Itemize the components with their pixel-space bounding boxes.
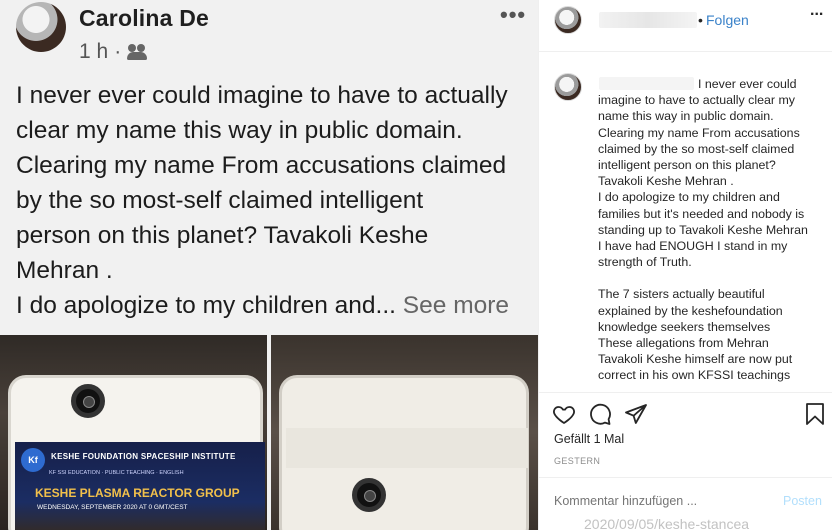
action-bar [539, 392, 832, 432]
fb-author-avatar [16, 2, 66, 52]
comment-input[interactable] [554, 494, 754, 508]
post-panel: • Folgen ... I never ever could imagine … [538, 0, 832, 530]
phone-screen: Kf KESHE FOUNDATION SPACESHIP INSTITUTE … [15, 442, 265, 530]
share-icon[interactable] [624, 402, 648, 426]
bookmark-icon[interactable] [803, 402, 827, 426]
camera-icon [352, 478, 386, 512]
author-username[interactable] [599, 12, 697, 28]
fb-text-truncated: I do apologize to my children and... [16, 292, 396, 319]
fb-text-line: Clearing my name From accusations claime… [16, 152, 507, 179]
post-date: GESTERN [554, 456, 601, 466]
caption-paragraph: The 7 sisters actually beautiful explain… [598, 287, 783, 334]
post-header: • Folgen ... [539, 0, 832, 52]
screen-title: KESHE FOUNDATION SPACESHIP INSTITUTE [51, 452, 236, 461]
screen-date: WEDNESDAY, SEPTEMBER 2020 AT 0 GMT/CEST [37, 504, 188, 511]
fb-post-header: Carolina De 1 h · ••• [0, 0, 538, 70]
header-dot: • [698, 12, 703, 28]
more-options-icon[interactable]: ... [810, 3, 823, 19]
fb-post-time: 1 h · [79, 40, 148, 64]
screen-subtitle: KF SSI EDUCATION · PUBLIC TEACHING · ENG… [49, 470, 184, 476]
fb-photo-left: Kf KESHE FOUNDATION SPACESHIP INSTITUTE … [0, 335, 267, 530]
fb-photo-right [271, 335, 538, 530]
caption-text: I never ever could imagine to have to ac… [598, 76, 814, 384]
caption-gap [598, 270, 814, 286]
fb-separator: · [114, 40, 122, 63]
fb-text-line: Mehran . [16, 257, 113, 284]
post-image[interactable]: Carolina De 1 h · ••• I never ever could… [0, 0, 538, 530]
fb-text-line: clear my name this way in public domain. [16, 117, 463, 144]
phone-photo: Kf KESHE FOUNDATION SPACESHIP INSTITUTE … [8, 375, 265, 530]
caption-paragraph: I never ever could imagine to have to ac… [598, 77, 800, 189]
comment-bar: Posten 2020/09/05/keshe-stancea [539, 477, 832, 530]
caption-area: I never ever could imagine to have to ac… [539, 53, 832, 393]
caption-paragraph: I have had ENOUGH I stand in my strength… [598, 239, 788, 270]
phone-screen [286, 428, 528, 468]
comment-icon[interactable] [588, 402, 612, 426]
phone-photo [279, 375, 529, 530]
fb-more-icon: ••• [500, 2, 527, 27]
fb-text-last-line: I do apologize to my children and... See… [16, 288, 531, 323]
post-comment-button[interactable]: Posten [783, 494, 822, 508]
kf-logo: Kf [21, 448, 45, 472]
camera-icon [71, 384, 105, 418]
caption-paragraph: These allegations from Mehran Tavakoli K… [598, 336, 793, 383]
group-icon [127, 44, 148, 60]
fb-text-line: by the so most-self claimed intelligent [16, 187, 424, 214]
likes-count[interactable]: Gefällt 1 Mal [554, 432, 624, 446]
fb-author-name: Carolina De [79, 5, 210, 31]
author-avatar[interactable] [554, 6, 582, 34]
screen-group: KESHE PLASMA REACTOR GROUP [35, 486, 240, 500]
fb-text-line: person on this planet? Tavakoli Keshe [16, 222, 429, 249]
fb-post-text: I never ever could imagine to have to ac… [16, 78, 531, 323]
caption-avatar[interactable] [554, 73, 582, 101]
background-url-text: 2020/09/05/keshe-stancea [584, 516, 750, 530]
fb-text-line: I never ever could imagine to have to ac… [16, 82, 508, 109]
fb-time-text: 1 h [79, 40, 109, 63]
fb-see-more: See more [402, 292, 510, 319]
caption-paragraph: I do apologize to my children and famili… [598, 190, 808, 237]
follow-button[interactable]: Folgen [706, 12, 749, 28]
heart-icon[interactable] [552, 402, 576, 426]
